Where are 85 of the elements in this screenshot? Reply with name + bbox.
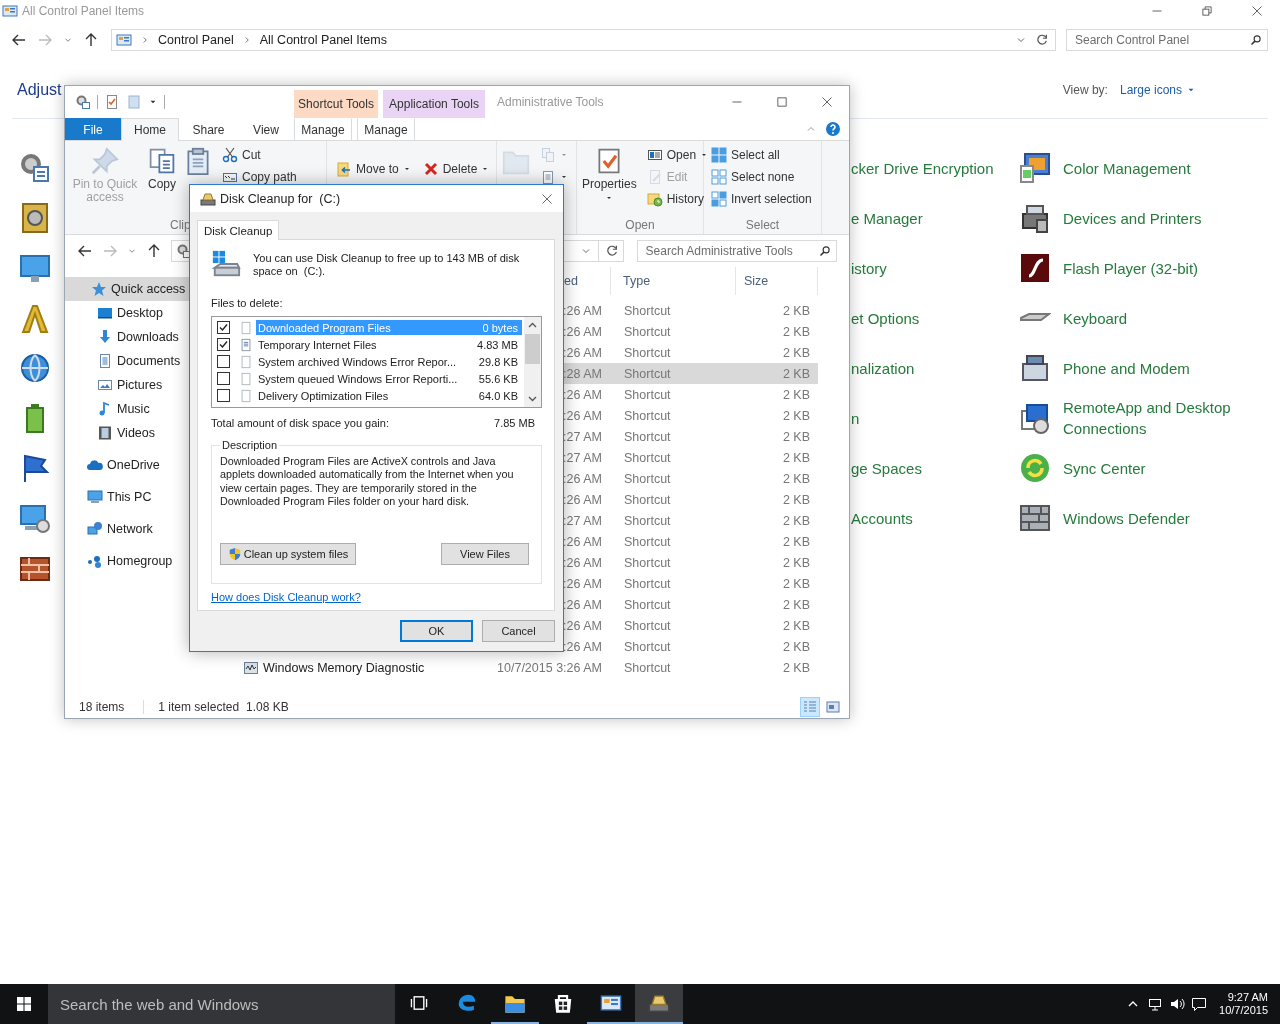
table-cell: :27 AM <box>563 513 602 528</box>
total-label: Total amount of disk space you gain: <box>211 417 389 429</box>
table-cell: :26 AM <box>563 387 602 402</box>
status-text: 18 items <box>79 699 125 714</box>
table-cell: Shortcut <box>624 618 671 633</box>
table-cell: Shortcut <box>624 492 671 507</box>
total-value: 7.85 MB <box>494 417 535 429</box>
table-cell: :27 AM <box>563 450 602 465</box>
table-cell: Shortcut <box>624 324 671 339</box>
view-by-label: View by: <box>1062 83 1108 97</box>
table-cell: 2 KB <box>782 576 810 591</box>
table-cell: 2 KB <box>782 471 810 486</box>
window-title: All Control Panel Items <box>22 4 145 18</box>
group-label: Open <box>625 218 655 232</box>
window-title: Administrative Tools <box>497 95 604 109</box>
item-name: Delivery Optimization Files <box>258 389 389 402</box>
description-text: Downloaded Program Files are ActiveX controls and Java applets downloaded automatically from the Internet when you view certain pages. They are temporarily stored in the Downloaded Program Files folder on your hard disk. <box>220 455 515 509</box>
table-cell: Shortcut <box>624 366 671 381</box>
table-cell: 2 KB <box>782 324 810 339</box>
table-cell: 2 KB <box>782 303 810 318</box>
table-cell: 2 KB <box>782 387 810 402</box>
table-cell: 2 KB <box>782 408 810 423</box>
table-cell: Shortcut <box>624 555 671 570</box>
table-cell: :26 AM <box>563 345 602 360</box>
table-cell: :26 AM <box>563 408 602 423</box>
table-cell: :26 AM <box>563 555 602 570</box>
table-cell: :28 AM <box>563 366 602 381</box>
files-label: Files to delete: <box>211 297 284 309</box>
table-cell: :26 AM <box>563 492 602 507</box>
table-cell: Shortcut <box>624 576 671 591</box>
table-cell: :27 AM <box>563 429 602 444</box>
item-size: 64.0 KB <box>478 389 518 402</box>
group-label: Select <box>745 218 780 232</box>
table-cell: 2 KB <box>782 429 810 444</box>
table-cell: Shortcut <box>624 450 671 465</box>
heading: Adjust <box>17 81 62 99</box>
intro-text: You can use Disk Cleanup to free up to 143 MB of disk space on (C:). <box>253 251 521 278</box>
item-size: 55.6 KB <box>478 372 518 385</box>
status-text: 1 item selected <box>158 699 240 714</box>
context-tab-group: Application Tools <box>383 90 485 118</box>
table-cell: 2 KB <box>782 597 810 612</box>
table-cell: 2 KB <box>782 366 810 381</box>
table-cell: 2 KB <box>782 639 810 654</box>
status-text: 1.08 KB <box>246 699 289 714</box>
table-cell: 2 KB <box>782 555 810 570</box>
table-cell: :26 AM <box>563 576 602 591</box>
table-cell: Shortcut <box>624 387 671 402</box>
table-cell: :26 AM <box>563 324 602 339</box>
table-cell: 2 KB <box>782 618 810 633</box>
table-cell: :26 AM <box>563 303 602 318</box>
item-size: 4.83 MB <box>477 338 518 351</box>
table-cell: :26 AM <box>563 471 602 486</box>
table-cell: :26 AM <box>563 597 602 612</box>
item-size: 29.8 KB <box>478 355 518 368</box>
table-cell: Shortcut <box>624 345 671 360</box>
table-cell: Shortcut <box>624 303 671 318</box>
group-title: Description <box>221 439 279 451</box>
context-tab-group: Shortcut Tools <box>294 90 378 118</box>
table-cell: Shortcut <box>624 471 671 486</box>
item-name: Downloaded Program Files <box>258 321 391 334</box>
item-name: System archived Windows Error Repor... <box>258 355 457 368</box>
table-cell: 2 KB <box>782 513 810 528</box>
table-cell: :26 AM <box>563 618 602 633</box>
table-cell: 2 KB <box>782 660 810 675</box>
table-cell: 2 KB <box>782 345 810 360</box>
clock-date: 10/7/2015 <box>1219 1004 1268 1017</box>
table-cell: Shortcut <box>624 597 671 612</box>
item-size: 0 bytes <box>482 321 518 334</box>
table-cell: 2 KB <box>782 534 810 549</box>
table-cell: :26 AM <box>563 534 602 549</box>
item-name: System queued Windows Error Reporti... <box>258 372 458 385</box>
table-cell: Shortcut <box>624 429 671 444</box>
table-cell: 2 KB <box>782 450 810 465</box>
table-cell: Shortcut <box>624 408 671 423</box>
table-cell: Shortcut <box>624 639 671 654</box>
table-cell: 10/7/2015 3:26 AM <box>497 660 602 675</box>
table-cell: Shortcut <box>624 513 671 528</box>
dialog-title: Disk Cleanup for (C:) <box>220 191 341 206</box>
item-name: Temporary Internet Files <box>258 338 377 351</box>
table-cell: 2 KB <box>782 492 810 507</box>
table-cell: :26 AM <box>563 639 602 654</box>
table-cell: Shortcut <box>624 534 671 549</box>
table-cell: Shortcut <box>624 660 671 675</box>
clock-time: 9:27 AM <box>1227 991 1268 1004</box>
file-name: Windows Memory Diagnostic <box>263 660 425 675</box>
